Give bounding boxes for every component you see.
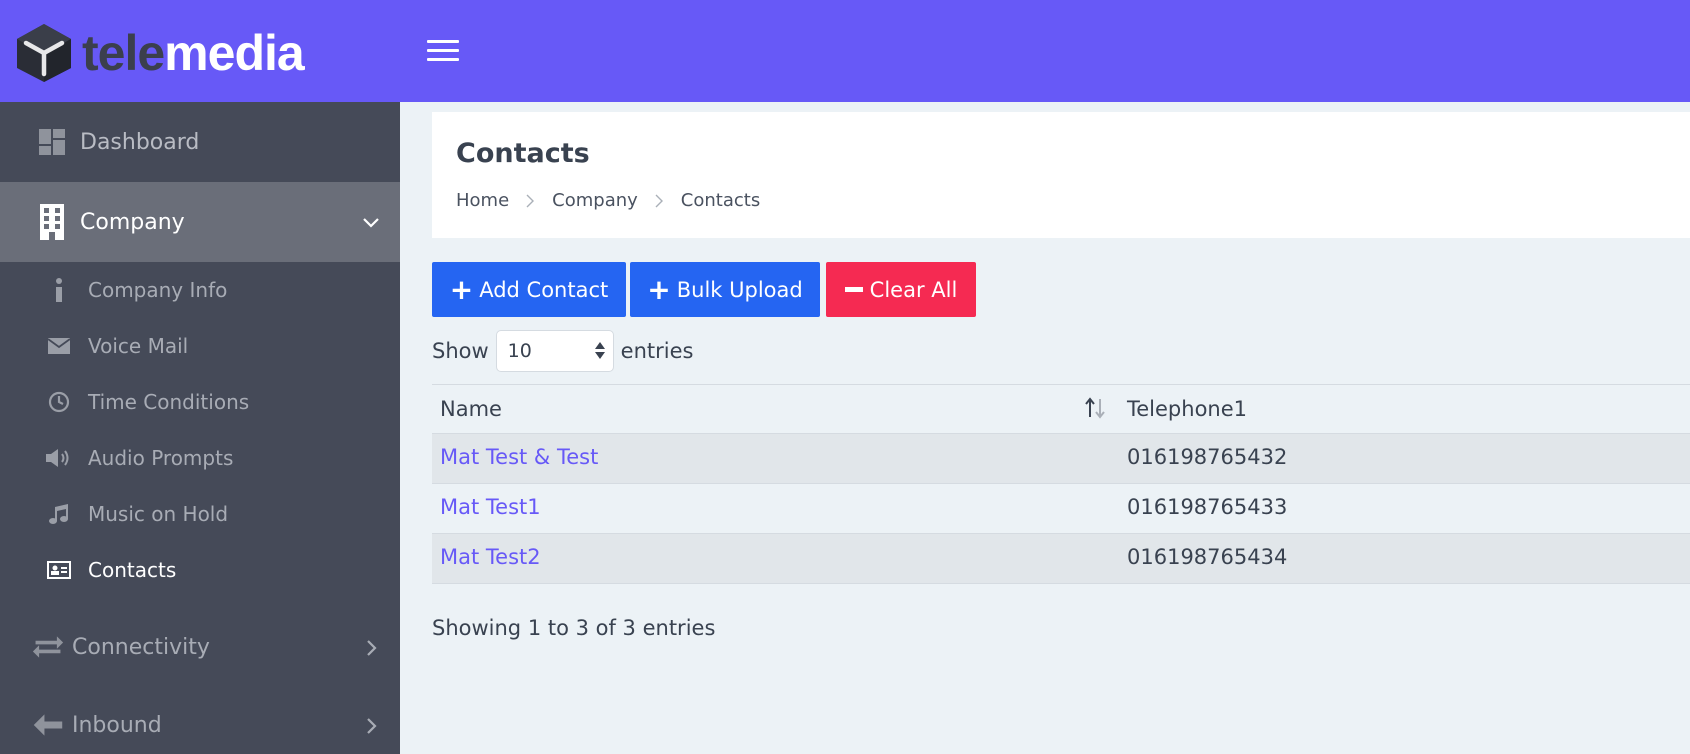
column-header-name[interactable]: Name — [440, 397, 502, 421]
sidebar-item-audio-prompts[interactable]: Audio Prompts — [0, 430, 400, 486]
add-contact-label: Add Contact — [479, 277, 609, 302]
contact-card-icon — [46, 557, 72, 583]
sidebar-item-label: Audio Prompts — [88, 446, 234, 470]
breadcrumb-company[interactable]: Company — [552, 190, 638, 211]
arrow-left-icon — [32, 709, 64, 741]
table-row: Mat Test1 016198765433 — [432, 484, 1690, 534]
entries-label: entries — [620, 339, 694, 363]
show-label: Show — [432, 339, 489, 363]
chevron-right-icon — [526, 194, 535, 208]
chevron-right-icon — [366, 716, 378, 741]
hamburger-menu-icon[interactable] — [427, 40, 459, 64]
clear-all-label: Clear All — [869, 277, 958, 302]
entries-length-control: Show 10 entries — [432, 330, 693, 372]
sidebar-item-label: Inbound — [72, 712, 162, 738]
contact-telephone: 016198765434 — [1127, 545, 1288, 569]
sidebar-item-label: Time Conditions — [88, 390, 250, 414]
sidebar-item-company-info[interactable]: Company Info — [0, 262, 400, 318]
contact-telephone: 016198765432 — [1127, 445, 1288, 469]
select-arrows-icon — [594, 342, 605, 359]
plus-icon: + — [449, 272, 474, 306]
music-note-icon — [46, 501, 72, 527]
chevron-right-icon — [366, 638, 378, 663]
bulk-upload-button[interactable]: + Bulk Upload — [630, 262, 820, 317]
sidebar-item-dashboard[interactable]: Dashboard — [0, 102, 400, 182]
table-row: Mat Test & Test 016198765432 — [432, 434, 1690, 484]
column-header-telephone[interactable]: Telephone1 — [1127, 397, 1247, 421]
envelope-icon — [46, 333, 72, 359]
chevron-right-icon — [655, 194, 664, 208]
breadcrumb-home[interactable]: Home — [456, 190, 509, 211]
breadcrumb: Home Company Contacts — [456, 190, 760, 211]
table-header: Name Telephone1 — [432, 384, 1690, 434]
contacts-table: Name Telephone1 Mat Test & Test 01619876… — [432, 384, 1690, 584]
sidebar-item-company[interactable]: Company — [0, 182, 400, 262]
sidebar-item-label: Voice Mail — [88, 334, 189, 358]
sidebar-item-connectivity[interactable]: Connectivity — [0, 608, 400, 686]
sidebar-item-voice-mail[interactable]: Voice Mail — [0, 318, 400, 374]
page-header: Contacts Home Company Contacts — [432, 112, 1690, 238]
main-content: Contacts Home Company Contacts + Add Con… — [400, 102, 1690, 754]
sidebar-item-time-conditions[interactable]: Time Conditions — [0, 374, 400, 430]
add-contact-button[interactable]: + Add Contact — [432, 262, 626, 317]
arrows-exchange-icon — [32, 631, 64, 663]
entries-per-page-select[interactable]: 10 — [495, 330, 614, 372]
sidebar-item-contacts[interactable]: Contacts — [0, 542, 400, 598]
dashboard-icon — [36, 126, 68, 158]
table-info: Showing 1 to 3 of 3 entries — [432, 616, 716, 640]
contact-name-link[interactable]: Mat Test & Test — [440, 445, 598, 469]
clear-all-button[interactable]: Clear All — [826, 262, 976, 317]
breadcrumb-contacts: Contacts — [680, 190, 761, 211]
brand-name-tele: tele — [82, 25, 165, 81]
sidebar-item-music-on-hold[interactable]: Music on Hold — [0, 486, 400, 542]
brand-logo[interactable]: telemedia — [14, 22, 305, 84]
sidebar-item-label: Dashboard — [80, 129, 200, 155]
sidebar-item-label: Music on Hold — [88, 502, 229, 526]
clock-icon — [46, 389, 72, 415]
contact-name-link[interactable]: Mat Test1 — [440, 495, 541, 519]
sidebar-item-inbound[interactable]: Inbound — [0, 686, 400, 754]
bulk-upload-label: Bulk Upload — [676, 277, 803, 302]
building-icon — [36, 204, 68, 240]
plus-icon: + — [647, 272, 671, 306]
contact-telephone: 016198765433 — [1127, 495, 1288, 519]
sidebar-item-label: Connectivity — [72, 634, 210, 660]
brand-name-media: media — [164, 25, 305, 81]
entries-per-page-value: 10 — [507, 340, 532, 362]
top-navbar: telemedia — [0, 0, 1690, 102]
minus-icon — [844, 287, 863, 292]
page-title: Contacts — [456, 138, 590, 169]
speaker-icon — [46, 445, 72, 471]
table-row: Mat Test2 016198765434 — [432, 534, 1690, 584]
sidebar-item-label: Company — [80, 209, 185, 235]
sort-icon[interactable] — [1084, 397, 1106, 424]
info-icon — [46, 277, 72, 303]
brand-name: telemedia — [82, 25, 305, 81]
cube-logo-icon — [17, 24, 71, 82]
chevron-down-icon — [362, 210, 380, 235]
sidebar: Dashboard Company Company Info Voice Mai… — [0, 102, 400, 754]
sidebar-item-label: Contacts — [88, 558, 177, 582]
sidebar-item-label: Company Info — [88, 278, 228, 302]
contact-name-link[interactable]: Mat Test2 — [440, 545, 541, 569]
